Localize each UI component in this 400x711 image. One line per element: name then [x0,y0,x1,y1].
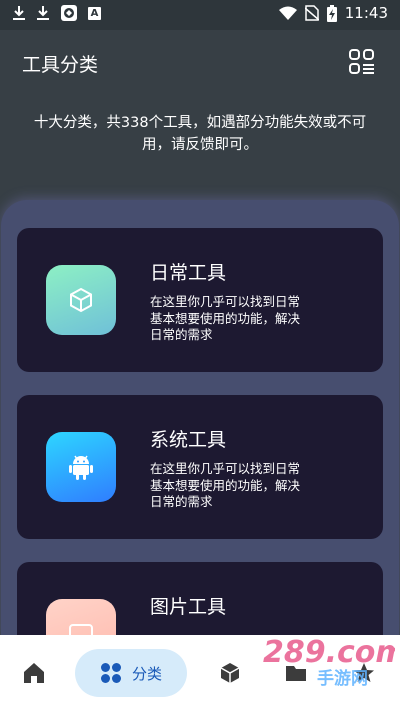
category-card-daily[interactable]: 日常工具 在这里你几乎可以找到日常基本想要使用的功能，解决日常的需求 [17,228,383,372]
wifi-icon [278,6,297,20]
cube-icon [220,663,240,683]
cube-icon [70,287,92,313]
nav-category[interactable]: 分类 [75,649,187,697]
category-icon-box [46,599,116,640]
grid-view-button[interactable] [348,48,376,76]
nav-cube[interactable] [210,649,250,697]
home-icon [24,663,44,683]
status-bar: A 11:43 [0,0,400,30]
android-icon [69,455,93,480]
download-icon [13,6,25,20]
category-title: 日常工具 [150,262,227,284]
download-icon [37,6,49,20]
status-bar-system: 11:43 [278,4,388,22]
status-bar-notifications: A [12,4,101,22]
category-list: 日常工具 在这里你几乎可以找到日常基本想要使用的功能，解决日常的需求 系统工具 … [1,200,399,640]
nav-folder[interactable] [276,649,316,697]
category-card-system[interactable]: 系统工具 在这里你几乎可以找到日常基本想要使用的功能，解决日常的需求 [17,395,383,539]
battery-charging-icon [326,4,337,22]
category-icon [100,663,121,683]
category-description: 在这里你几乎可以找到日常基本想要使用的功能，解决日常的需求 [150,461,301,509]
nav-star[interactable] [344,649,384,697]
intro-text: 十大分类，共338个工具，如遇部分功能失效或不可用，请反馈即可。 [33,115,367,153]
no-sim-icon [304,5,319,21]
app-notification-icon [61,5,77,21]
page-title: 工具分类 [22,54,99,76]
nav-category-label: 分类 [131,664,162,683]
app-bar: 工具分类 [0,30,400,94]
a-icon: A [88,6,101,20]
bottom-nav: 分类 [0,635,400,711]
star-icon [354,663,374,682]
category-icon-box [46,265,116,335]
category-title: 系统工具 [150,429,227,451]
folder-icon [286,666,306,681]
category-title: 图片工具 [150,596,227,618]
nav-home[interactable] [14,649,54,697]
category-icon-box [46,432,116,502]
status-time: 11:43 [344,4,388,22]
category-description: 在这里你几乎可以找到日常基本想要使用的功能，解决日常的需求 [150,294,301,342]
grid-view-icon [349,49,374,74]
category-card-image[interactable]: 图片工具 [17,562,383,640]
